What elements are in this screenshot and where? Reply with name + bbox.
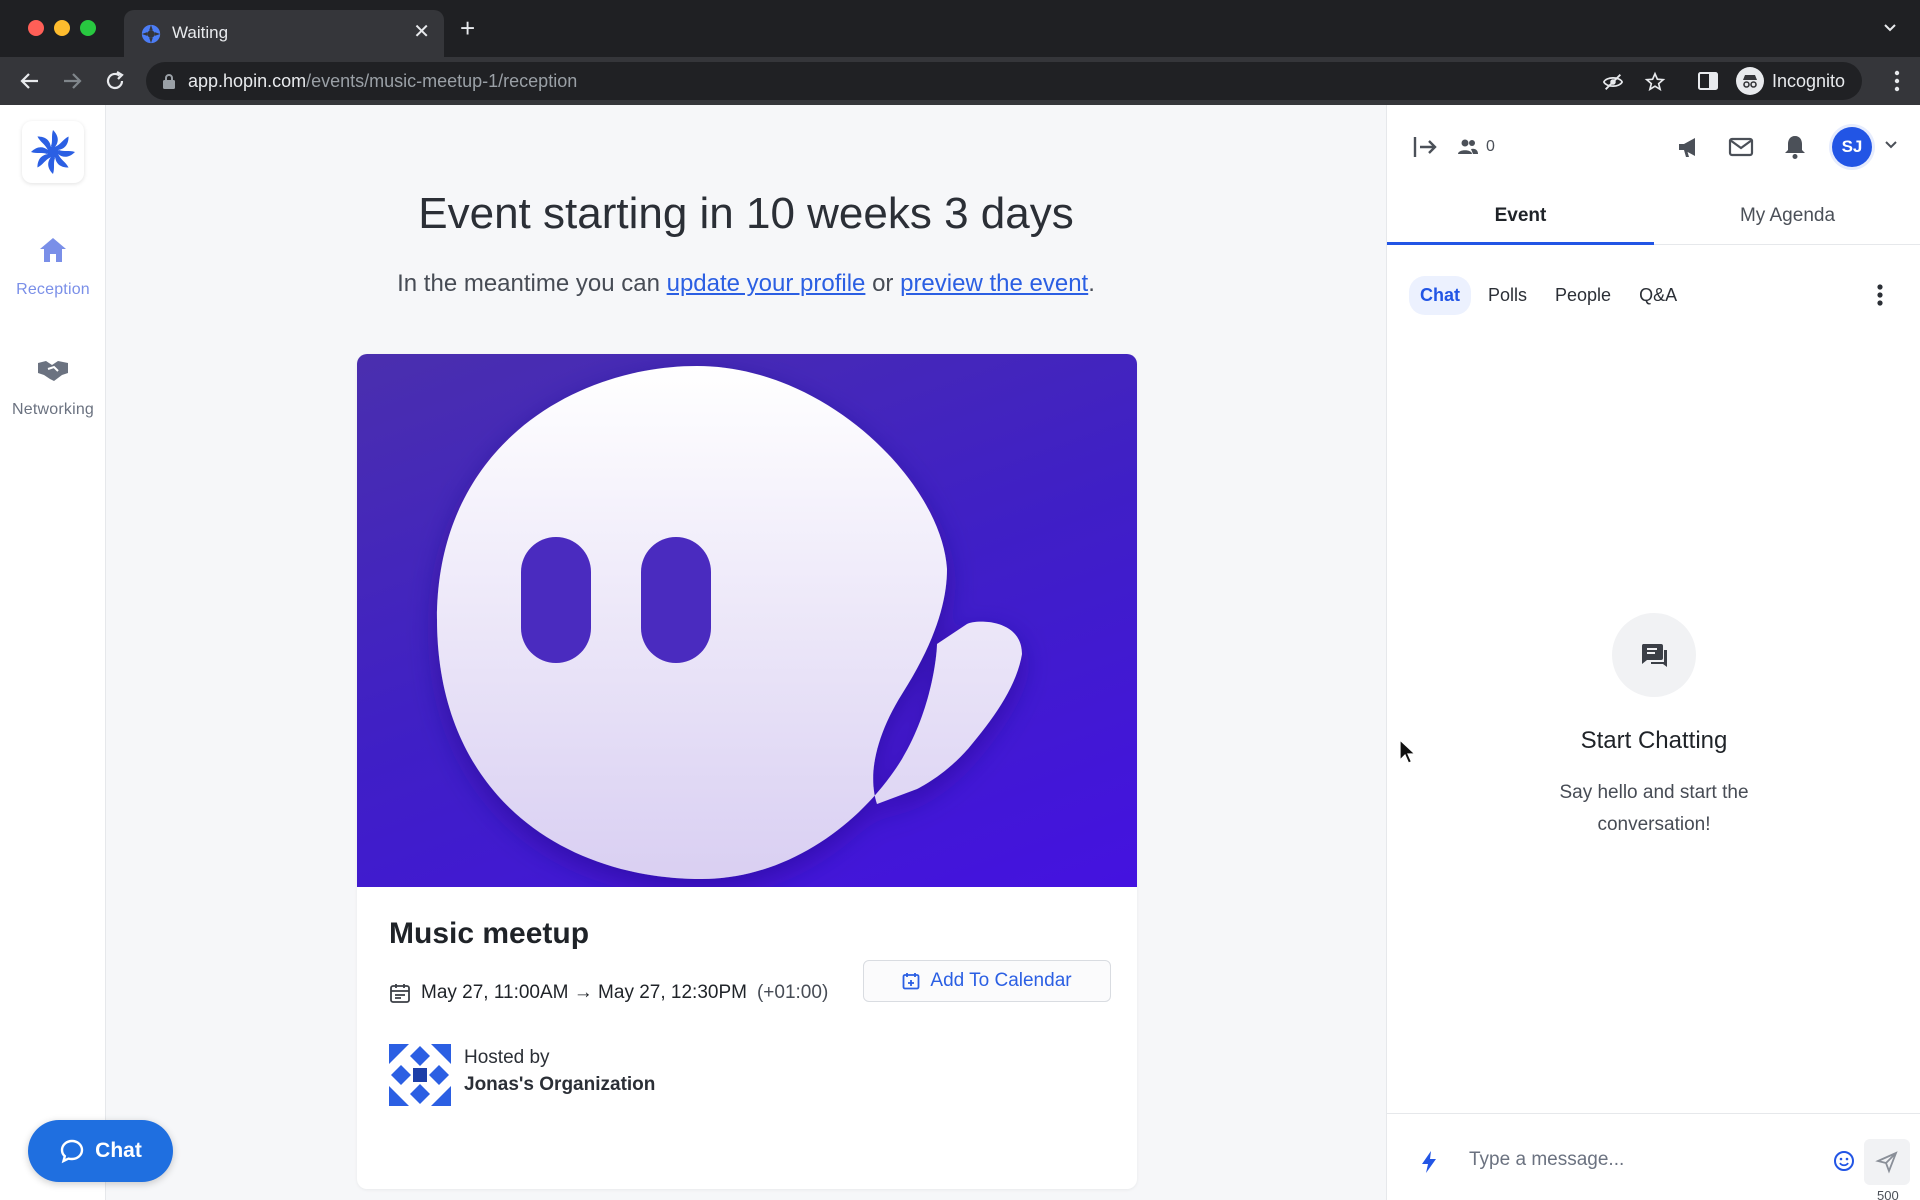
event-card: Music meetup May 27, 11:00AM → May 27, 1…: [357, 354, 1137, 1189]
browser-tab-bar: Waiting ✕ +: [0, 0, 1920, 57]
event-timezone: (+01:00): [756, 982, 829, 1003]
incognito-icon: [1736, 67, 1764, 95]
support-chat-label: Chat: [95, 1139, 142, 1162]
add-to-calendar-button[interactable]: Add To Calendar: [863, 960, 1111, 1002]
browser-menu-icon[interactable]: [1894, 69, 1900, 93]
user-avatar[interactable]: SJ: [1832, 127, 1872, 167]
emoji-icon[interactable]: [1833, 1150, 1855, 1172]
window-minimize-button[interactable]: [54, 20, 70, 36]
back-arrow-icon[interactable]: [18, 69, 42, 93]
preview-event-link[interactable]: preview the event: [900, 270, 1088, 297]
right-panel: 0 SJ Event My Agenda Chat Polls People Q…: [1386, 105, 1920, 1200]
hopin-app: Reception Networking Event starting in 1…: [0, 105, 1920, 1200]
window-maximize-button[interactable]: [80, 20, 96, 36]
home-icon: [40, 238, 66, 262]
tracking-hidden-eye-icon[interactable]: [1602, 71, 1624, 93]
inbox-mail-icon[interactable]: [1727, 133, 1755, 161]
sidebar-item-networking[interactable]: Networking: [0, 353, 106, 419]
window-close-button[interactable]: [28, 20, 44, 36]
character-limit: 500: [1877, 1188, 1899, 1200]
megaphone-icon[interactable]: [1675, 133, 1703, 161]
mouse-cursor-icon: [1399, 739, 1417, 764]
subtab-qa[interactable]: Q&A: [1628, 276, 1688, 315]
collapse-panel-icon[interactable]: [1411, 133, 1439, 161]
message-composer: 500: [1387, 1113, 1920, 1200]
subtab-chat[interactable]: Chat: [1409, 275, 1471, 315]
lightning-bolt-icon[interactable]: [1419, 1150, 1439, 1174]
add-to-calendar-label: Add To Calendar: [930, 970, 1072, 991]
hopin-favicon-icon: [141, 24, 161, 44]
panel-tabs: Event My Agenda: [1387, 195, 1920, 245]
bookmark-star-icon[interactable]: [1644, 71, 1666, 93]
hosted-by-label: Hosted by: [464, 1047, 550, 1068]
empty-state-title: Start Chatting: [1580, 727, 1728, 754]
subtab-people[interactable]: People: [1544, 276, 1622, 315]
chat-bubbles-icon: [1641, 644, 1667, 667]
more-options-icon[interactable]: [1876, 283, 1884, 307]
tab-title: Waiting: [172, 23, 229, 42]
subtab-polls[interactable]: Polls: [1477, 276, 1538, 315]
countdown-subtitle: In the meantime you can update your prof…: [397, 270, 1095, 297]
reload-icon[interactable]: [103, 69, 127, 93]
send-button[interactable]: [1864, 1139, 1910, 1185]
incognito-label: Incognito: [1772, 70, 1846, 91]
tab-event[interactable]: Event: [1387, 195, 1654, 245]
hopin-logo-icon: [31, 130, 75, 174]
url-text: app.hopin.com/events/music-meetup-1/rece…: [188, 71, 578, 91]
browser-toolbar: app.hopin.com/events/music-meetup-1/rece…: [0, 57, 1920, 105]
forward-arrow-icon[interactable]: [60, 69, 84, 93]
tab-my-agenda[interactable]: My Agenda: [1654, 195, 1920, 245]
attendee-count: 0: [1486, 138, 1495, 155]
chat-subtabs: Chat Polls People Q&A: [1409, 273, 1688, 317]
tab-close-icon[interactable]: ✕: [413, 21, 430, 43]
host-name[interactable]: Jonas's Organization: [464, 1074, 655, 1096]
event-time-range: May 27, 11:00AM → May 27, 12:30PM: [421, 982, 747, 1003]
countdown-headline: Event starting in 10 weeks 3 days: [418, 189, 1074, 238]
calendar-icon: [390, 984, 410, 1003]
side-panel-icon[interactable]: [1696, 69, 1720, 93]
send-icon: [1875, 1151, 1898, 1174]
support-chat-button[interactable]: Chat: [28, 1120, 173, 1182]
empty-state-subtitle: Say hello and start the conversation!: [1559, 782, 1749, 835]
chevron-down-icon[interactable]: [1883, 137, 1899, 153]
sidebar-item-label: Reception: [16, 281, 90, 298]
update-profile-link[interactable]: update your profile: [667, 270, 866, 297]
ghost-mascot-icon: [437, 366, 1022, 879]
address-bar[interactable]: app.hopin.com/events/music-meetup-1/rece…: [146, 62, 1862, 100]
event-banner-image: [357, 354, 1137, 887]
lock-icon[interactable]: [162, 73, 176, 89]
reception-main: Event starting in 10 weeks 3 days In the…: [106, 105, 1386, 1200]
panel-toolbar: 0 SJ: [1387, 105, 1920, 185]
sidebar-item-label: Networking: [11, 401, 95, 418]
notifications-bell-icon[interactable]: [1781, 133, 1809, 161]
calendar-add-icon: [902, 973, 920, 990]
browser-tab[interactable]: Waiting ✕: [124, 10, 444, 57]
incognito-profile-button[interactable]: Incognito: [1736, 63, 1845, 99]
left-sidebar: Reception Networking: [0, 105, 106, 1200]
message-input[interactable]: [1469, 1142, 1809, 1178]
tab-search-chevron-icon[interactable]: [1882, 20, 1898, 36]
event-title: Music meetup: [389, 917, 590, 950]
new-tab-icon[interactable]: +: [460, 15, 475, 41]
handshake-icon: [38, 361, 68, 381]
attendees-icon[interactable]: [1457, 136, 1479, 158]
organization-logo: [389, 1044, 451, 1106]
sidebar-item-reception[interactable]: Reception: [0, 233, 106, 299]
chat-empty-icon: [1612, 613, 1696, 697]
hopin-logo[interactable]: [22, 121, 84, 183]
event-datetime: May 27, 11:00AM → May 27, 12:30PM (+01:0…: [389, 972, 828, 1014]
chat-bubble-icon: [60, 1139, 84, 1164]
